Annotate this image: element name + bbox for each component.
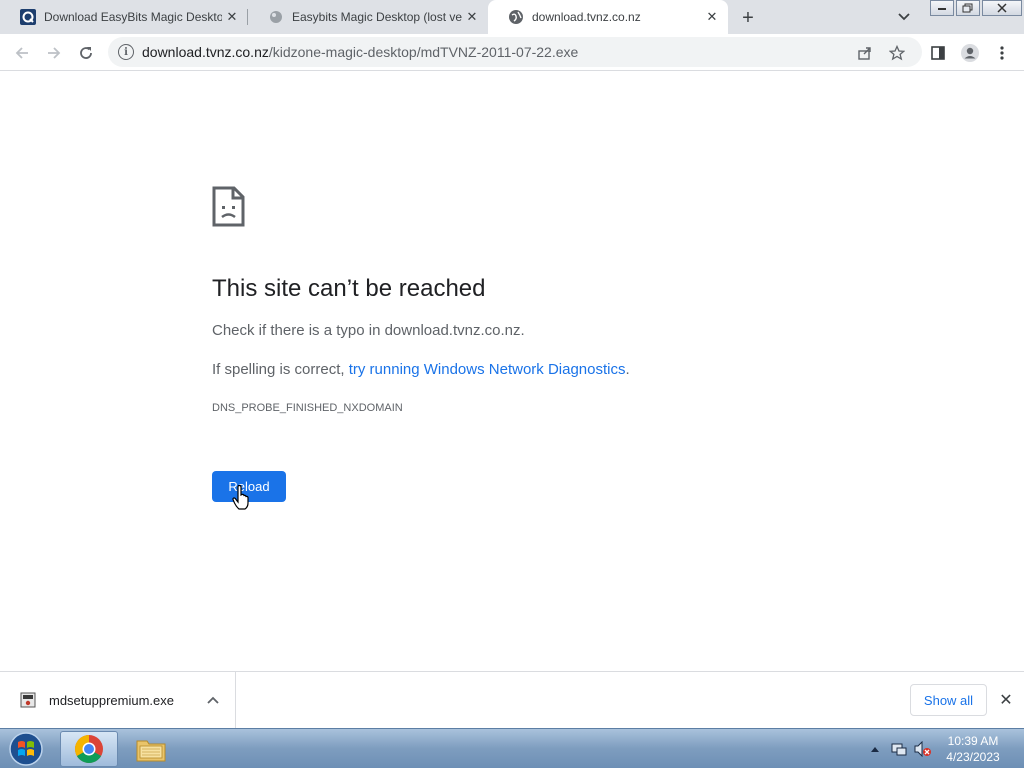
chrome-icon <box>75 735 103 763</box>
tab-close-icon[interactable]: ✕ <box>462 7 482 27</box>
download-filename: mdsetuppremium.exe <box>49 693 174 708</box>
url-path: /kidzone-magic-desktop/mdTVNZ-2011-07-22… <box>268 44 579 60</box>
clock-date: 4/23/2023 <box>946 750 1000 764</box>
system-tray <box>866 729 938 768</box>
tab-download-easybits[interactable]: Download EasyBits Magic Deskto ✕ <box>0 0 248 34</box>
window-close-button[interactable] <box>982 0 1022 16</box>
address-bar[interactable]: i download.tvnz.co.nz/kidzone-magic-desk… <box>108 37 922 67</box>
sad-document-icon <box>212 186 245 227</box>
folder-icon <box>136 740 166 762</box>
volume-muted-icon[interactable] <box>914 740 932 758</box>
tab-strip: Download EasyBits Magic Deskto ✕ Easybit… <box>0 0 1024 34</box>
loading-favicon-icon <box>268 9 284 25</box>
start-button[interactable] <box>4 730 48 768</box>
exe-file-icon <box>20 692 36 708</box>
download-item[interactable]: mdsetuppremium.exe <box>0 672 236 728</box>
chevron-up-icon[interactable] <box>204 691 222 709</box>
action-center-icon[interactable] <box>890 740 908 758</box>
tab-search-chevron-icon[interactable] <box>894 8 914 26</box>
tab-easybits-lost-version[interactable]: Easybits Magic Desktop (lost vers ✕ <box>248 0 488 34</box>
globe-icon <box>508 9 524 25</box>
tab-title: download.tvnz.co.nz <box>532 10 641 24</box>
taskbar-clock[interactable]: 10:39 AM 4/23/2023 <box>940 733 1006 765</box>
network-diagnostics-link[interactable]: try running Windows Network Diagnostics <box>349 361 626 378</box>
share-icon[interactable] <box>856 44 874 62</box>
url-text: download.tvnz.co.nz/kidzone-magic-deskto… <box>142 44 578 60</box>
taskbar-file-explorer[interactable] <box>122 731 180 767</box>
error-typo-hint: Check if there is a typo in download.tvn… <box>212 322 525 339</box>
clock-time: 10:39 AM <box>947 734 999 748</box>
browser-toolbar: i download.tvnz.co.nz/kidzone-magic-desk… <box>0 34 1024 71</box>
error-diagnostics-hint: If spelling is correct, try running Wind… <box>212 361 630 378</box>
back-arrow-icon[interactable] <box>10 41 34 65</box>
error-code: DNS_PROBE_FINISHED_NXDOMAIN <box>212 402 403 414</box>
error-title: This site can’t be reached <box>212 275 486 302</box>
side-panel-icon[interactable] <box>926 41 950 65</box>
tab-title: Easybits Magic Desktop (lost vers <box>292 10 462 24</box>
more-menu-icon[interactable] <box>990 41 1014 65</box>
tab-close-icon[interactable]: ✕ <box>702 7 722 27</box>
download-shelf: mdsetuppremium.exe Show all ✕ <box>0 671 1024 728</box>
forward-arrow-icon[interactable] <box>42 41 66 65</box>
hand-cursor-icon <box>232 484 252 511</box>
tab-close-icon[interactable]: ✕ <box>222 7 242 27</box>
diagnostics-prefix: If spelling is correct, <box>212 361 349 378</box>
tab-active-download-tvnz[interactable]: download.tvnz.co.nz ✕ <box>488 0 728 34</box>
new-tab-button[interactable]: + <box>736 6 760 30</box>
tab-title: Download EasyBits Magic Deskto <box>44 10 222 24</box>
profile-avatar-icon[interactable] <box>958 41 982 65</box>
taskbar-chrome[interactable] <box>60 731 118 767</box>
show-all-button[interactable]: Show all <box>910 684 987 716</box>
restore-button[interactable] <box>956 0 980 16</box>
site-info-icon[interactable]: i <box>118 44 134 60</box>
show-hidden-icons-icon[interactable] <box>866 740 884 758</box>
window-controls <box>928 0 1022 16</box>
windows-taskbar: 10:39 AM 4/23/2023 <box>0 728 1024 768</box>
bookmark-star-icon[interactable] <box>888 44 906 62</box>
diagnostics-suffix: . <box>625 361 630 378</box>
url-host: download.tvnz.co.nz <box>142 44 269 60</box>
close-shelf-icon[interactable]: ✕ <box>996 690 1016 710</box>
minimize-button[interactable] <box>930 0 954 16</box>
easybits-favicon-icon <box>20 9 36 25</box>
reload-icon[interactable] <box>74 41 98 65</box>
